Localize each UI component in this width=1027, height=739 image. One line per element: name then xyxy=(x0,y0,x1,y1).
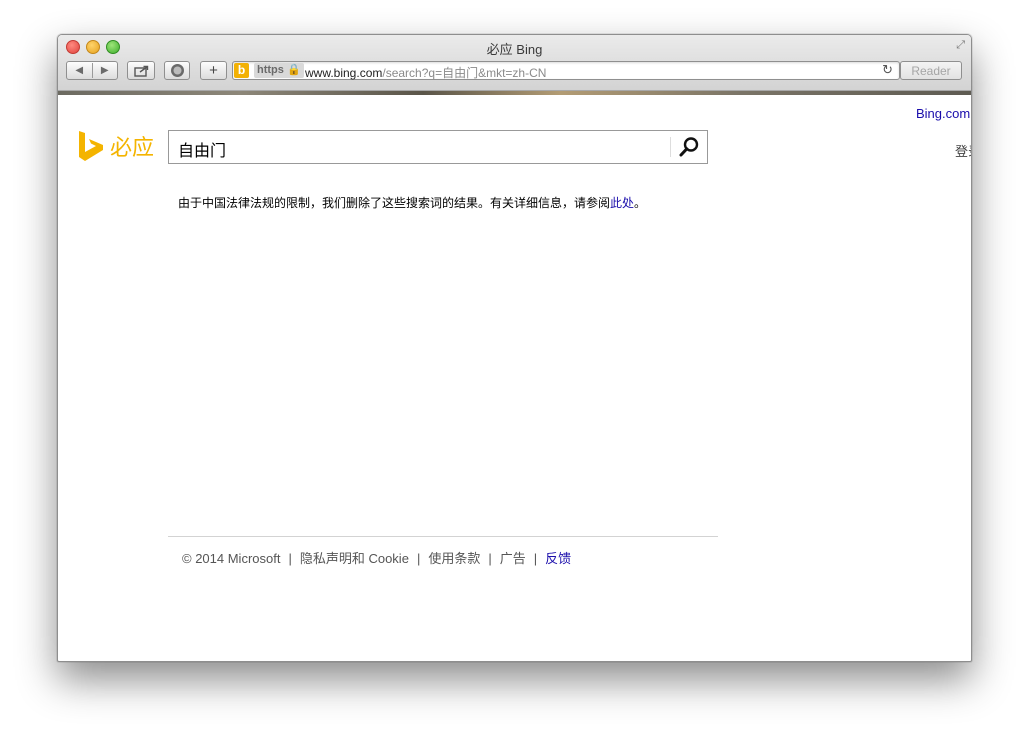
top-sites-button[interactable] xyxy=(164,61,190,80)
notice-details-link[interactable]: 此处 xyxy=(610,196,634,210)
titlebar: 必应 Bing ⤢ ◀ ▶ + b https 🔒 www.bing.com/s… xyxy=(58,35,971,91)
bing-logo[interactable]: 必应 xyxy=(77,130,154,162)
share-button[interactable] xyxy=(127,61,155,80)
share-icon xyxy=(133,65,148,77)
logo-text: 必应 xyxy=(110,135,155,160)
window-title: 必应 Bing xyxy=(486,42,543,57)
privacy-link[interactable]: 隐私声明和 Cookie xyxy=(300,551,409,566)
fullscreen-icon[interactable]: ⤢ xyxy=(956,39,965,52)
notice-text: 由于中国法律法规的限制，我们删除了这些搜索词的结果。有关详细信息，请参阅 xyxy=(178,196,611,210)
url-text[interactable]: www.bing.com/search?q=自由门&mkt=zh-CN xyxy=(305,64,546,81)
lock-icon: 🔒 xyxy=(286,64,301,76)
feedback-link[interactable]: 反馈 xyxy=(545,551,571,566)
browser-window: 必应 Bing ⤢ ◀ ▶ + b https 🔒 www.bing.com/s… xyxy=(57,34,972,662)
top-sites-icon xyxy=(170,64,184,77)
bing-b-icon xyxy=(79,131,103,161)
add-bookmark-button[interactable]: + xyxy=(200,61,227,80)
footer-separator: | xyxy=(533,551,538,566)
address-bar[interactable]: b https 🔒 www.bing.com/search?q=自由门&mkt=… xyxy=(232,61,900,80)
back-forward-group: ◀ ▶ xyxy=(66,61,118,80)
https-badge: https 🔒 xyxy=(254,63,304,78)
sign-in-link[interactable]: 登录 xyxy=(955,141,971,160)
search-box[interactable]: 自由门 xyxy=(168,130,708,164)
https-label: https xyxy=(257,64,284,76)
copyright-text: © 2014 Microsoft xyxy=(182,551,281,566)
reload-icon[interactable]: ↻ xyxy=(882,62,893,78)
url-host: www.bing.com xyxy=(305,66,383,80)
back-button[interactable]: ◀ xyxy=(67,65,92,76)
bing-favicon-icon: b xyxy=(234,63,249,78)
search-icon xyxy=(679,137,699,157)
page-content: Bing.com 登录 必应 自由门 由于中国法律法规的限制，我们删除了这些搜索… xyxy=(58,95,971,661)
search-button[interactable] xyxy=(673,132,705,162)
forward-button[interactable]: ▶ xyxy=(93,65,118,76)
footer-separator: | xyxy=(288,551,292,566)
footer: © 2014 Microsoft | 隐私声明和 Cookie | 使用条款 | 广告 | 反馈 xyxy=(182,548,571,567)
terms-link[interactable]: 使用条款 xyxy=(428,551,480,566)
ads-link[interactable]: 广告 xyxy=(500,551,526,566)
footer-separator: | xyxy=(416,551,421,566)
footer-separator: | xyxy=(488,551,492,566)
search-input[interactable]: 自由门 xyxy=(178,137,226,161)
notice-end: 。 xyxy=(634,196,647,210)
footer-divider xyxy=(168,536,718,537)
censorship-notice: 由于中国法律法规的限制，我们删除了这些搜索词的结果。有关详细信息，请参阅此处。 xyxy=(178,194,646,211)
search-divider xyxy=(670,137,671,157)
url-path: /search?q=自由门&mkt=zh-CN xyxy=(382,66,547,80)
bing-com-link[interactable]: Bing.com xyxy=(916,106,970,121)
reader-button[interactable]: Reader xyxy=(900,61,962,80)
